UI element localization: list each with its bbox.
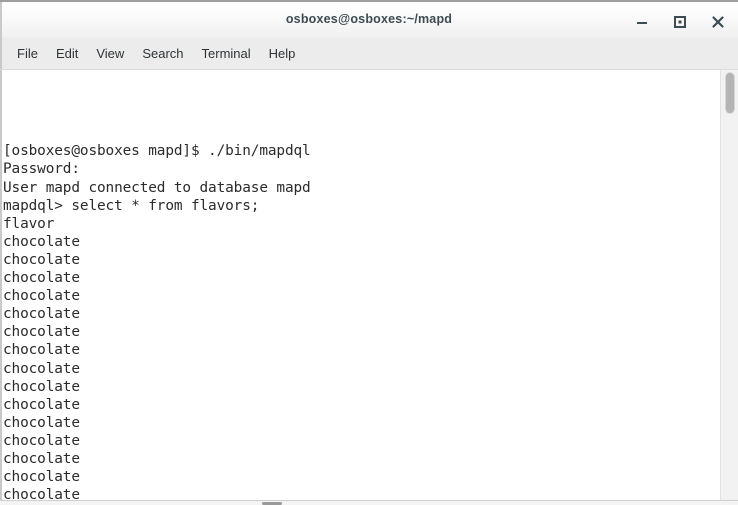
terminal-screen[interactable]: [osboxes@osboxes mapd]$ ./bin/mapdql Pass… — [2, 70, 720, 500]
maximize-button[interactable] — [669, 11, 691, 33]
terminal-window: osboxes@osboxes:~/mapd File Edit View Se… — [0, 0, 738, 505]
menu-item-view[interactable]: View — [87, 43, 133, 64]
terminal-line: chocolate — [3, 469, 80, 486]
terminal-line: mapdql> select * from flavors; — [3, 197, 260, 214]
terminal-line: chocolate — [3, 306, 80, 323]
terminal-line: [osboxes@osboxes mapd]$ ./bin/mapdql — [3, 143, 311, 160]
menu-item-edit[interactable]: Edit — [47, 43, 87, 64]
terminal-line: chocolate — [3, 396, 80, 413]
terminal-line: chocolate — [3, 450, 80, 467]
terminal-line: chocolate — [3, 378, 80, 395]
terminal-line: chocolate — [3, 432, 80, 449]
terminal-line: chocolate — [3, 342, 80, 359]
terminal-line: chocolate — [3, 487, 80, 500]
menu-item-search[interactable]: Search — [133, 43, 192, 64]
terminal-line: chocolate — [3, 270, 80, 287]
window-title: osboxes@osboxes:~/mapd — [285, 12, 453, 26]
menu-item-list: File Edit View Search Terminal Help — [8, 38, 304, 69]
vertical-scrollbar-thumb[interactable] — [725, 72, 735, 114]
window-bottom-edge — [0, 500, 738, 505]
vertical-scrollbar[interactable] — [720, 70, 738, 500]
terminal-line: chocolate — [3, 288, 80, 305]
close-button[interactable] — [707, 11, 729, 33]
menu-item-terminal[interactable]: Terminal — [193, 43, 260, 64]
terminal-line: User mapd connected to database mapd — [3, 179, 311, 196]
terminal-content-area[interactable]: [osboxes@osboxes mapd]$ ./bin/mapdql Pass… — [0, 70, 738, 500]
menu-item-file[interactable]: File — [8, 43, 47, 64]
terminal-line: chocolate — [3, 324, 80, 341]
menubar-left-edge — [0, 38, 2, 69]
terminal-line: flavor — [3, 215, 55, 232]
terminal-line-list: [osboxes@osboxes mapd]$ ./bin/mapdql Pass… — [3, 70, 719, 500]
terminal-line: chocolate — [3, 233, 80, 250]
terminal-line: Password: — [3, 161, 80, 178]
terminal-line: chocolate — [3, 251, 80, 268]
terminal-line: chocolate — [3, 414, 80, 431]
title-bar[interactable]: osboxes@osboxes:~/mapd — [0, 0, 738, 40]
terminal-line: chocolate — [3, 360, 80, 377]
minimize-button[interactable] — [631, 11, 653, 33]
menu-item-help[interactable]: Help — [260, 43, 305, 64]
menu-bar: File Edit View Search Terminal Help — [0, 38, 738, 70]
